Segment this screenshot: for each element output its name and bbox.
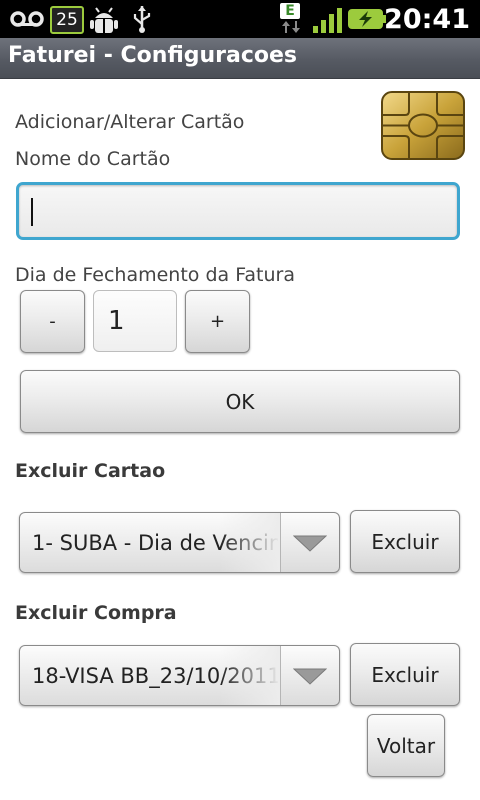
title-bar: Faturei - Configuracoes xyxy=(0,38,480,79)
decrement-button[interactable]: - xyxy=(20,290,85,353)
purchase-select[interactable]: 18-VISA BB_23/10/2011 xyxy=(19,645,340,706)
delete-card-heading: Excluir Cartao xyxy=(15,460,166,482)
back-button[interactable]: Voltar xyxy=(367,714,445,777)
android-debug-icon xyxy=(90,7,118,33)
card-select[interactable]: 1- SUBA - Dia de Vencimento xyxy=(19,512,340,573)
dropdown-arrow-icon xyxy=(281,513,339,572)
clock: 20:41 xyxy=(384,4,470,35)
closing-day-label: Dia de Fechamento da Fatura xyxy=(15,264,295,286)
network-type-label: E xyxy=(280,3,300,19)
delete-purchase-heading: Excluir Compra xyxy=(15,602,177,624)
dropdown-arrow-icon xyxy=(281,646,339,705)
voicemail-icon xyxy=(10,11,44,27)
battery-charging-icon xyxy=(348,9,386,29)
increment-button[interactable]: + xyxy=(185,290,250,353)
usb-icon xyxy=(133,6,151,33)
card-name-input[interactable] xyxy=(16,182,460,240)
data-arrows-icon xyxy=(282,21,300,33)
closing-day-value[interactable]: 1 xyxy=(93,290,177,352)
card-name-label: Nome do Cartão xyxy=(15,148,171,170)
credit-card-chip-icon xyxy=(381,91,465,160)
ok-button[interactable]: OK xyxy=(20,370,460,433)
delete-purchase-button[interactable]: Excluir xyxy=(350,643,460,706)
page-title: Faturei - Configuracoes xyxy=(8,43,298,68)
card-section-heading: Adicionar/Alterar Cartão xyxy=(15,111,245,133)
notification-count-badge: 25 xyxy=(50,6,84,34)
status-bar: 25 E 20:41 xyxy=(0,0,480,38)
edge-network-icon: E xyxy=(280,3,302,35)
text-caret xyxy=(31,198,33,226)
delete-card-button[interactable]: Excluir xyxy=(350,510,460,573)
signal-icon xyxy=(313,8,342,33)
